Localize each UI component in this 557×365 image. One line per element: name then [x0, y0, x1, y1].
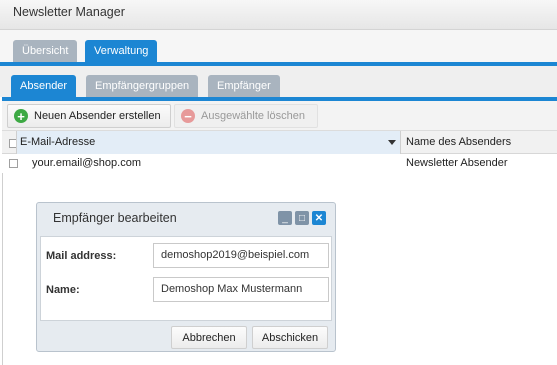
- plus-circle-icon: +: [14, 109, 28, 123]
- sub-tab-bar: Absender Empfängergruppen Empfänger: [0, 66, 557, 97]
- close-icon[interactable]: ✕: [312, 211, 326, 225]
- maximize-icon[interactable]: □: [295, 211, 309, 225]
- minimize-icon[interactable]: _: [278, 211, 292, 225]
- grid-header: E-Mail-Adresse Name des Absenders: [2, 131, 557, 154]
- cancel-button[interactable]: Abbrechen: [171, 326, 247, 349]
- mail-address-label: Mail address:: [46, 250, 117, 262]
- app-title: Newsletter Manager: [13, 5, 125, 19]
- dialog-form: Mail address: demoshop2019@beispiel.com …: [40, 236, 332, 321]
- column-header-sender-name[interactable]: Name des Absenders: [406, 136, 511, 148]
- edit-recipient-dialog: Empfänger bearbeiten _ □ ✕ Mail address:…: [36, 202, 336, 352]
- panel-left-border: [2, 173, 3, 365]
- main-tab-bar: Übersicht Verwaltung: [0, 30, 557, 62]
- tab-empfaengergruppen[interactable]: Empfängergruppen: [86, 75, 199, 97]
- submit-button[interactable]: Abschicken: [252, 326, 328, 349]
- column-header-email[interactable]: E-Mail-Adresse: [16, 131, 401, 154]
- delete-selected-button[interactable]: − Ausgewählte löschen: [174, 104, 318, 128]
- cell-email: your.email@shop.com: [32, 157, 141, 169]
- row-checkbox[interactable]: [9, 159, 18, 168]
- delete-selected-label: Ausgewählte löschen: [201, 110, 305, 122]
- window-titlebar: Newsletter Manager: [0, 0, 557, 30]
- dialog-button-bar: Abbrechen Abschicken: [37, 321, 335, 351]
- chevron-down-icon[interactable]: [388, 140, 396, 145]
- tab-uebersicht[interactable]: Übersicht: [13, 40, 78, 62]
- tab-verwaltung[interactable]: Verwaltung: [85, 40, 158, 62]
- tab-empfaenger[interactable]: Empfänger: [208, 75, 280, 97]
- toolbar: + Neuen Absender erstellen − Ausgewählte…: [2, 101, 557, 131]
- table-row[interactable]: your.email@shop.com Newsletter Absender: [2, 154, 557, 173]
- cell-sender-name: Newsletter Absender: [406, 157, 508, 169]
- name-field[interactable]: Demoshop Max Mustermann: [153, 277, 329, 302]
- tab-absender[interactable]: Absender: [11, 75, 77, 97]
- dialog-title: Empfänger bearbeiten: [53, 211, 177, 225]
- mail-address-field[interactable]: demoshop2019@beispiel.com: [153, 243, 329, 268]
- column-header-email-label: E-Mail-Adresse: [20, 136, 96, 148]
- create-sender-label: Neuen Absender erstellen: [34, 110, 161, 122]
- create-sender-button[interactable]: + Neuen Absender erstellen: [7, 104, 171, 128]
- minus-circle-icon: −: [181, 109, 195, 123]
- name-label: Name:: [46, 284, 80, 296]
